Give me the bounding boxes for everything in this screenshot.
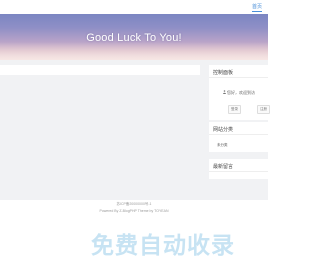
widget-divider xyxy=(209,77,268,78)
login-button[interactable]: 登录 xyxy=(228,105,241,114)
footer-icp[interactable]: 苏ICP备20000000号-1 xyxy=(0,202,268,207)
control-panel-title: 控制面板 xyxy=(213,70,234,76)
control-panel-widget: 控制面板 您好，欢迎到访 登录 注册 xyxy=(209,65,270,120)
welcome-greeting: 您好，欢迎到访 xyxy=(227,90,255,95)
main-content-card xyxy=(0,65,200,75)
recent-comments-title: 最新留言 xyxy=(213,164,234,170)
main-content-area xyxy=(0,75,200,193)
user-icon xyxy=(223,90,226,94)
category-link-uncategorized[interactable]: 未分类 xyxy=(217,143,228,148)
categories-title: 网站分类 xyxy=(213,127,234,133)
nav-home-link[interactable]: 首页 xyxy=(251,3,262,12)
top-nav-bar: 首页 xyxy=(0,0,268,14)
hero-banner: Good Luck To You! xyxy=(0,14,268,60)
categories-widget: 网站分类 未分类 xyxy=(209,122,268,152)
register-button[interactable]: 注册 xyxy=(257,105,270,114)
widget-divider xyxy=(209,171,268,172)
hero-title: Good Luck To You! xyxy=(86,32,182,44)
recent-comments-widget: 最新留言 xyxy=(209,159,268,179)
page-body: 控制面板 您好，欢迎到访 登录 注册 网站分类 未分类 最新留言 xyxy=(0,60,270,200)
watermark-text: 免费自动收录 xyxy=(91,232,235,258)
footer-powered-by: Powered By Z-BlogPHP Theme by TOYEAN xyxy=(99,209,169,213)
hero-cloud-glow xyxy=(0,42,268,60)
widget-divider xyxy=(209,134,268,135)
